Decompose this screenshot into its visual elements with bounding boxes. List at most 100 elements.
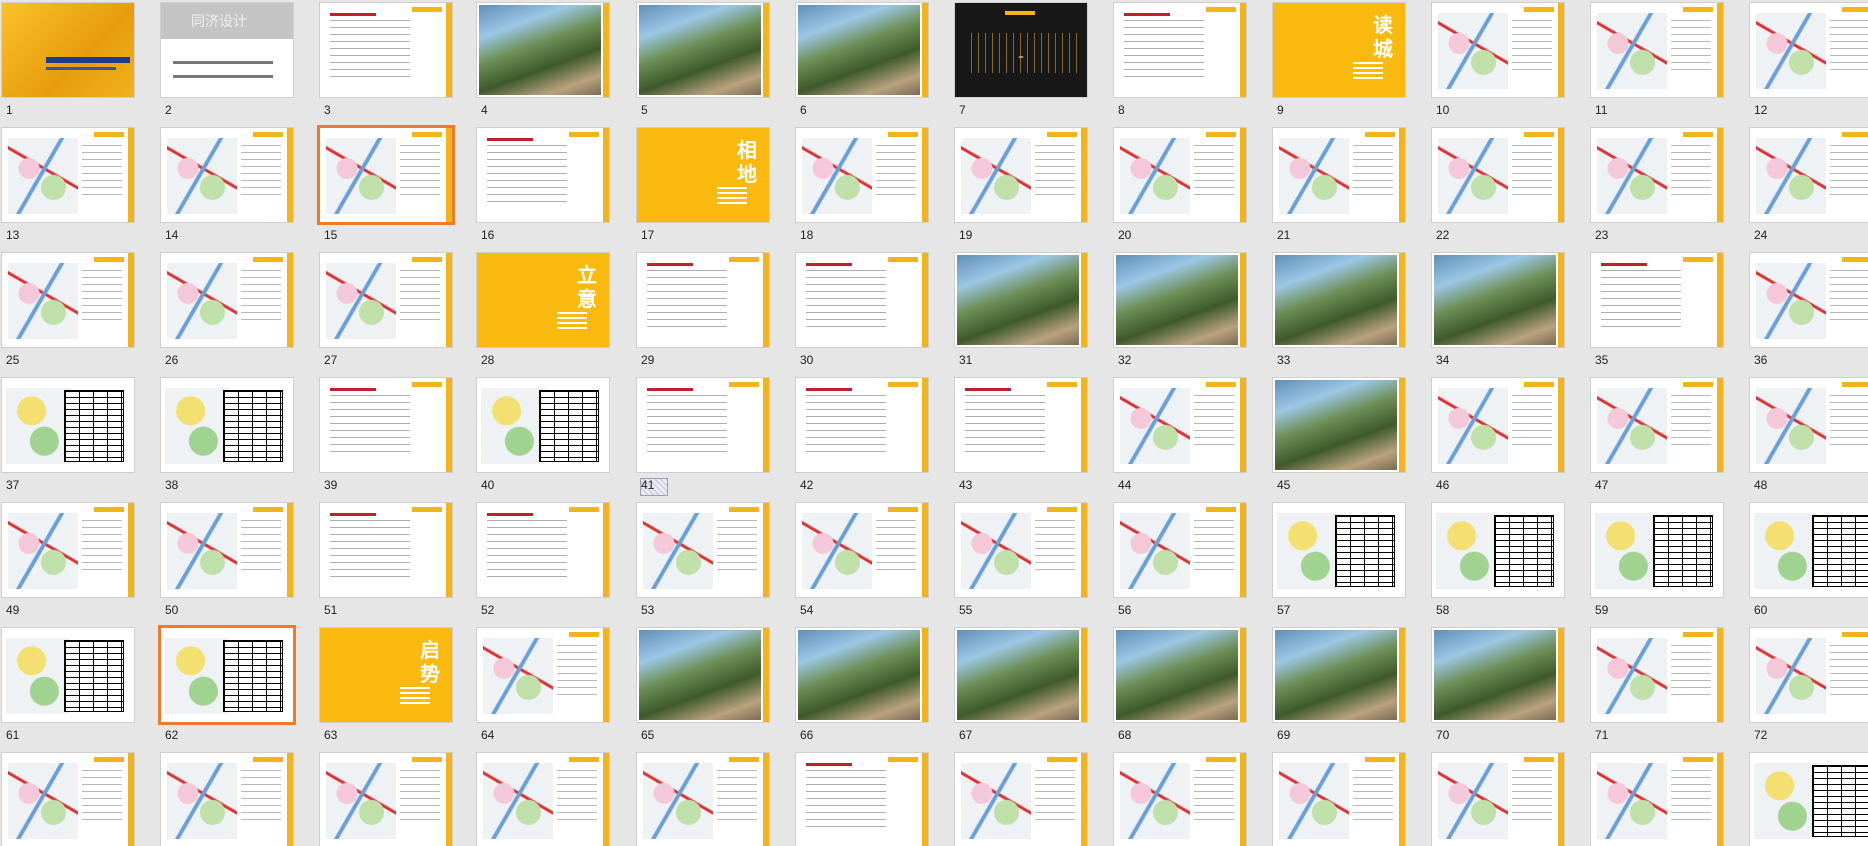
slide-thumbnail[interactable]: 7 bbox=[955, 3, 1087, 123]
slide-thumbnail[interactable]: 77 bbox=[637, 753, 769, 846]
slide-thumbnail[interactable]: 37 bbox=[2, 378, 134, 498]
slide-preview[interactable] bbox=[1591, 753, 1723, 846]
slide-thumbnail[interactable]: 1 bbox=[2, 3, 134, 123]
slide-thumbnail[interactable]: 80 bbox=[1114, 753, 1246, 846]
slide-thumbnail[interactable]: 50 bbox=[161, 503, 293, 623]
slide-preview[interactable] bbox=[1750, 253, 1868, 347]
slide-thumbnail[interactable]: 68 bbox=[1114, 628, 1246, 748]
slide-preview[interactable] bbox=[320, 753, 452, 846]
slide-preview[interactable] bbox=[477, 3, 609, 97]
slide-thumbnail[interactable]: 23 bbox=[1591, 128, 1723, 248]
slide-preview[interactable] bbox=[955, 253, 1087, 347]
slide-thumbnail[interactable]: 69 bbox=[1273, 628, 1405, 748]
slide-thumbnail[interactable]: 25 bbox=[2, 253, 134, 373]
slide-preview[interactable] bbox=[161, 128, 293, 222]
slide-thumbnail[interactable]: 12 bbox=[1750, 3, 1868, 123]
slide-thumbnail[interactable]: 38 bbox=[161, 378, 293, 498]
slide-preview[interactable] bbox=[637, 628, 769, 722]
slide-preview[interactable] bbox=[1750, 503, 1868, 597]
slide-preview[interactable] bbox=[161, 378, 293, 472]
slide-thumbnail[interactable]: 58 bbox=[1432, 503, 1564, 623]
slide-thumbnail[interactable]: 48 bbox=[1750, 378, 1868, 498]
slide-thumbnail[interactable]: 35 bbox=[1591, 253, 1723, 373]
slide-thumbnail[interactable]: 83 bbox=[1591, 753, 1723, 846]
slide-preview[interactable] bbox=[2, 128, 134, 222]
slide-preview[interactable] bbox=[796, 628, 928, 722]
slide-preview[interactable] bbox=[1432, 128, 1564, 222]
slide-thumbnail[interactable]: 21 bbox=[1273, 128, 1405, 248]
slide-preview[interactable] bbox=[2, 628, 134, 722]
slide-preview[interactable]: 读城 bbox=[1273, 3, 1405, 97]
slide-thumbnail[interactable]: 43 bbox=[955, 378, 1087, 498]
slide-preview[interactable] bbox=[2, 378, 134, 472]
slide-sorter-pane[interactable]: 1 同济设计 2 3 4 5 6 7 8 读城 9 10 11 12 13 14 15 16 相地 17 18 19 20 2… bbox=[0, 0, 1868, 846]
slide-thumbnail[interactable]: 70 bbox=[1432, 628, 1564, 748]
slide-preview[interactable] bbox=[1114, 253, 1246, 347]
slide-preview[interactable] bbox=[477, 128, 609, 222]
slide-preview[interactable] bbox=[1750, 628, 1868, 722]
slide-thumbnail[interactable]: 26 bbox=[161, 253, 293, 373]
slide-thumbnail[interactable]: 27 bbox=[320, 253, 452, 373]
slide-preview[interactable] bbox=[955, 378, 1087, 472]
slide-thumbnail[interactable]: 44 bbox=[1114, 378, 1246, 498]
slide-thumbnail[interactable]: 30 bbox=[796, 253, 928, 373]
slide-thumbnail[interactable]: 34 bbox=[1432, 253, 1564, 373]
slide-preview[interactable] bbox=[796, 3, 928, 97]
slide-preview[interactable] bbox=[796, 378, 928, 472]
slide-preview[interactable] bbox=[1432, 628, 1564, 722]
slide-preview[interactable] bbox=[955, 628, 1087, 722]
slide-preview[interactable]: 启势 bbox=[320, 628, 452, 722]
slide-preview[interactable] bbox=[1432, 753, 1564, 846]
slide-thumbnail[interactable]: 读城 9 bbox=[1273, 3, 1405, 123]
slide-preview[interactable] bbox=[1432, 253, 1564, 347]
slide-thumbnail[interactable]: 52 bbox=[477, 503, 609, 623]
slide-preview[interactable] bbox=[1591, 128, 1723, 222]
slide-preview[interactable] bbox=[1750, 3, 1868, 97]
slide-thumbnail[interactable]: 19 bbox=[955, 128, 1087, 248]
slide-preview[interactable] bbox=[955, 503, 1087, 597]
slide-thumbnail[interactable]: 39 bbox=[320, 378, 452, 498]
slide-preview[interactable] bbox=[320, 253, 452, 347]
slide-thumbnail[interactable]: 启势 63 bbox=[320, 628, 452, 748]
slide-preview[interactable] bbox=[1273, 253, 1405, 347]
slide-thumbnail[interactable]: 16 bbox=[477, 128, 609, 248]
slide-thumbnail[interactable]: 8 bbox=[1114, 3, 1246, 123]
slide-thumbnail[interactable]: 40 bbox=[477, 378, 609, 498]
slide-preview[interactable] bbox=[1114, 128, 1246, 222]
slide-preview[interactable] bbox=[161, 253, 293, 347]
slide-thumbnail[interactable]: 4 bbox=[477, 3, 609, 123]
slide-preview[interactable] bbox=[2, 503, 134, 597]
slide-preview[interactable] bbox=[637, 253, 769, 347]
slide-thumbnail[interactable]: 56 bbox=[1114, 503, 1246, 623]
slide-preview[interactable] bbox=[1273, 503, 1405, 597]
slide-preview[interactable] bbox=[477, 628, 609, 722]
slide-thumbnail[interactable]: 20 bbox=[1114, 128, 1246, 248]
slide-thumbnail[interactable]: 67 bbox=[955, 628, 1087, 748]
slide-thumbnail[interactable]: 61 bbox=[2, 628, 134, 748]
slide-preview[interactable] bbox=[1273, 128, 1405, 222]
slide-thumbnail[interactable]: 60 bbox=[1750, 503, 1868, 623]
slide-thumbnail[interactable]: 3 bbox=[320, 3, 452, 123]
slide-preview[interactable] bbox=[796, 503, 928, 597]
slide-thumbnail[interactable]: 49 bbox=[2, 503, 134, 623]
slide-thumbnail[interactable]: 81 bbox=[1273, 753, 1405, 846]
slide-preview[interactable] bbox=[1273, 628, 1405, 722]
slide-thumbnail[interactable]: 47 bbox=[1591, 378, 1723, 498]
slide-preview[interactable] bbox=[1591, 253, 1723, 347]
slide-preview[interactable]: 相地 bbox=[637, 128, 769, 222]
slide-preview[interactable] bbox=[320, 503, 452, 597]
slide-thumbnail[interactable]: 相地 17 bbox=[637, 128, 769, 248]
slide-thumbnail[interactable]: 64 bbox=[477, 628, 609, 748]
slide-thumbnail[interactable]: 72 bbox=[1750, 628, 1868, 748]
slide-preview[interactable] bbox=[1591, 378, 1723, 472]
slide-preview[interactable] bbox=[320, 378, 452, 472]
slide-preview[interactable] bbox=[1114, 503, 1246, 597]
slide-preview[interactable] bbox=[161, 503, 293, 597]
slide-preview[interactable]: 同济设计 bbox=[161, 3, 293, 97]
slide-thumbnail[interactable]: 24 bbox=[1750, 128, 1868, 248]
slide-thumbnail[interactable]: 62 bbox=[161, 628, 293, 748]
slide-preview[interactable] bbox=[796, 753, 928, 846]
slide-thumbnail[interactable]: 78 bbox=[796, 753, 928, 846]
slide-thumbnail[interactable]: 同济设计 2 bbox=[161, 3, 293, 123]
slide-thumbnail[interactable]: 42 bbox=[796, 378, 928, 498]
